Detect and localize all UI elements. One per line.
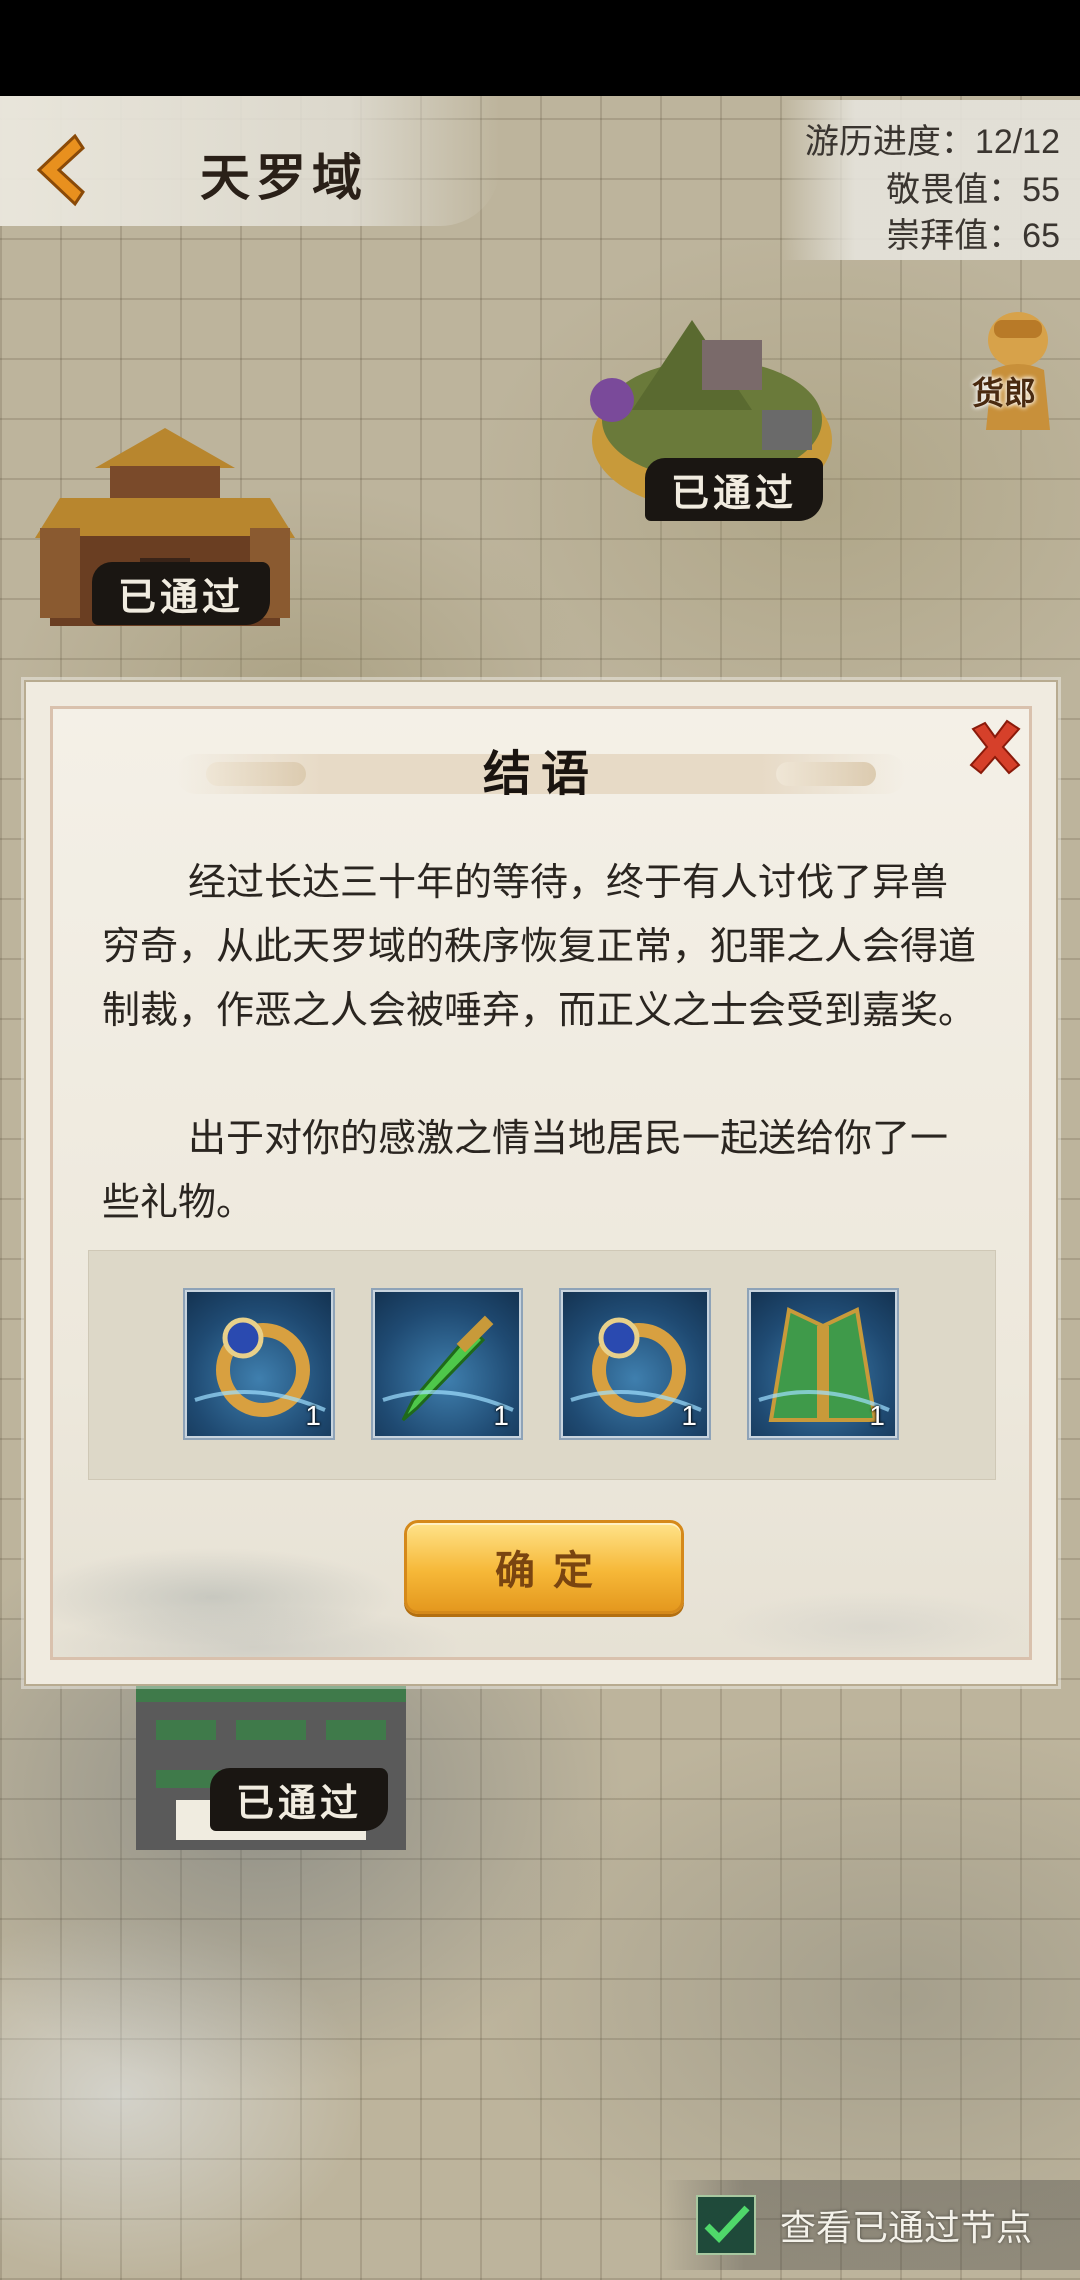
dialog-title: 结语 [482, 746, 599, 802]
reward-count: 1 [681, 1400, 697, 1431]
status-bar [0, 0, 1080, 96]
map-node-status: 已通过 [645, 458, 824, 521]
stat-progress: 游历进度：12/12 [804, 123, 1060, 161]
map-node-status: 已通过 [92, 562, 271, 625]
reward-item-robe[interactable]: 1 [747, 1288, 899, 1440]
close-icon [969, 719, 1021, 775]
epilogue-dialog: 结语 经过长达三十年的等待，终于有人讨伐了异兽穷奇，从此天罗域的秩序恢复正常，犯… [24, 680, 1058, 1686]
confirm-button[interactable]: 确定 [404, 1520, 684, 1614]
stat-worship: 崇拜值：65 [886, 217, 1060, 255]
reward-item-ring[interactable]: 1 [183, 1288, 335, 1440]
checkmark-icon [704, 2205, 750, 2244]
toggle-label: 查看已通过节点 [780, 2208, 1033, 2249]
dialog-paragraph: 经过长达三十年的等待，终于有人讨伐了异兽穷奇，从此天罗域的秩序恢复正常，犯罪之人… [102, 860, 977, 1032]
reward-count: 1 [869, 1400, 885, 1431]
reward-item-ring[interactable]: 1 [559, 1288, 711, 1440]
reward-count: 1 [493, 1400, 509, 1431]
area-title: 天罗域 [200, 148, 368, 207]
checkbox[interactable] [696, 2195, 756, 2255]
dialog-paragraph: 出于对你的感激之情当地居民一起送给你了一些礼物。 [102, 1116, 949, 1224]
map-node-status: 已通过 [210, 1768, 389, 1831]
stat-awe: 敬畏值：55 [886, 171, 1060, 209]
merchant-label: 货郎 [972, 374, 1037, 412]
back-button[interactable] [22, 130, 92, 210]
close-button[interactable] [960, 712, 1030, 782]
reward-count: 1 [305, 1400, 321, 1431]
reward-item-sword[interactable]: 1 [371, 1288, 523, 1440]
view-passed-nodes-toggle[interactable]: 查看已通过节点 [660, 2180, 1080, 2270]
reward-panel: 1 1 1 1 [88, 1250, 996, 1480]
back-arrow-icon [36, 133, 85, 207]
stats-panel: 游历进度：12/12 敬畏值：55 崇拜值：65 [780, 100, 1080, 260]
